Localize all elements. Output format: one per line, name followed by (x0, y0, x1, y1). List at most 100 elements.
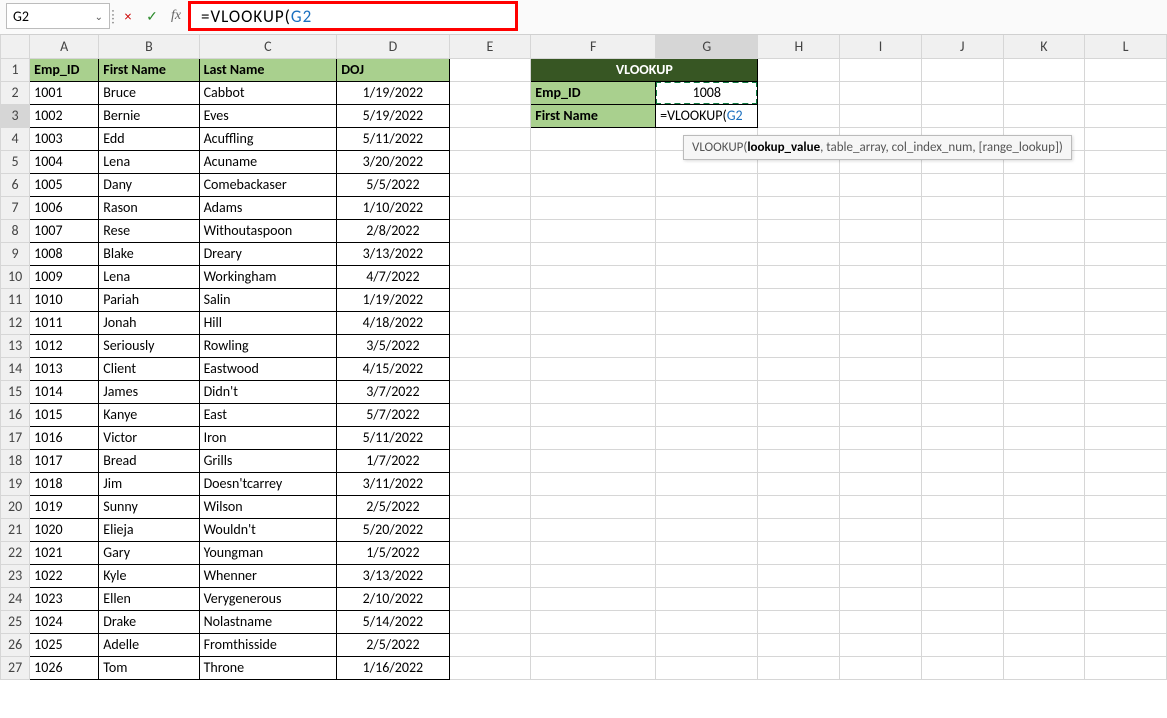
cell-J11[interactable] (921, 288, 1003, 311)
cell-C27[interactable]: Throne (199, 656, 337, 679)
cell-J20[interactable] (921, 495, 1003, 518)
cell-D6[interactable]: 5/5/2022 (337, 173, 449, 196)
cell-B24[interactable]: Ellen (99, 587, 199, 610)
cell-D8[interactable]: 2/8/2022 (337, 219, 449, 242)
cell-H15[interactable] (758, 380, 840, 403)
cell-G2[interactable]: 1008 (656, 81, 758, 104)
cell-J27[interactable] (921, 656, 1003, 679)
cell-C9[interactable]: Dreary (199, 242, 337, 265)
cell-C24[interactable]: Verygenerous (199, 587, 337, 610)
cell-C6[interactable]: Comebackaser (199, 173, 337, 196)
cell-D7[interactable]: 1/10/2022 (337, 196, 449, 219)
cell-K14[interactable] (1003, 357, 1085, 380)
cell-J10[interactable] (921, 265, 1003, 288)
cell-D5[interactable]: 3/20/2022 (337, 150, 449, 173)
cell-D11[interactable]: 1/19/2022 (337, 288, 449, 311)
cell-K7[interactable] (1003, 196, 1085, 219)
cell-B25[interactable]: Drake (99, 610, 199, 633)
cell-F1[interactable]: VLOOKUP (531, 58, 758, 81)
cell-C11[interactable]: Salin (199, 288, 337, 311)
cell-K19[interactable] (1003, 472, 1085, 495)
cell-A11[interactable]: 1010 (30, 288, 99, 311)
cell-I8[interactable] (840, 219, 922, 242)
cell-H26[interactable] (758, 633, 840, 656)
cell-J22[interactable] (921, 541, 1003, 564)
cell-F25[interactable] (531, 610, 656, 633)
cell-E20[interactable] (449, 495, 531, 518)
cell-C4[interactable]: Acuffling (199, 127, 337, 150)
cell-D27[interactable]: 1/16/2022 (337, 656, 449, 679)
col-header-A[interactable]: A (30, 35, 99, 58)
cell-I9[interactable] (840, 242, 922, 265)
cell-H10[interactable] (758, 265, 840, 288)
cell-H22[interactable] (758, 541, 840, 564)
cell-K15[interactable] (1003, 380, 1085, 403)
cell-C17[interactable]: Iron (199, 426, 337, 449)
cell-L3[interactable] (1085, 104, 1167, 127)
cell-C5[interactable]: Acuname (199, 150, 337, 173)
cell-C19[interactable]: Doesn'tcarrey (199, 472, 337, 495)
cell-J6[interactable] (921, 173, 1003, 196)
insert-function-button[interactable]: fx (164, 3, 188, 29)
cell-E7[interactable] (449, 196, 531, 219)
cell-F11[interactable] (531, 288, 656, 311)
cell-A18[interactable]: 1017 (30, 449, 99, 472)
row-header[interactable]: 2 (1, 81, 30, 104)
cell-A17[interactable]: 1016 (30, 426, 99, 449)
cell-I14[interactable] (840, 357, 922, 380)
cell-E13[interactable] (449, 334, 531, 357)
col-header-H[interactable]: H (758, 35, 840, 58)
cell-H1[interactable] (758, 58, 840, 81)
cell-J2[interactable] (921, 81, 1003, 104)
cell-L13[interactable] (1085, 334, 1167, 357)
cell-I18[interactable] (840, 449, 922, 472)
cell-D20[interactable]: 2/5/2022 (337, 495, 449, 518)
cell-L12[interactable] (1085, 311, 1167, 334)
cell-B15[interactable]: James (99, 380, 199, 403)
cell-B6[interactable]: Dany (99, 173, 199, 196)
cell-L9[interactable] (1085, 242, 1167, 265)
cell-F13[interactable] (531, 334, 656, 357)
cell-D18[interactable]: 1/7/2022 (337, 449, 449, 472)
row-header[interactable]: 22 (1, 541, 30, 564)
cell-G3[interactable]: =VLOOKUP(G2 (656, 104, 758, 127)
select-all-corner[interactable] (1, 35, 30, 58)
cell-C25[interactable]: Nolastname (199, 610, 337, 633)
cell-D24[interactable]: 2/10/2022 (337, 587, 449, 610)
row-header[interactable]: 11 (1, 288, 30, 311)
cell-I1[interactable] (840, 58, 922, 81)
cell-J26[interactable] (921, 633, 1003, 656)
row-header[interactable]: 17 (1, 426, 30, 449)
cell-F20[interactable] (531, 495, 656, 518)
cell-H13[interactable] (758, 334, 840, 357)
cell-K22[interactable] (1003, 541, 1085, 564)
cell-C14[interactable]: Eastwood (199, 357, 337, 380)
cell-I12[interactable] (840, 311, 922, 334)
cell-D16[interactable]: 5/7/2022 (337, 403, 449, 426)
cell-G11[interactable] (656, 288, 758, 311)
cell-D26[interactable]: 2/5/2022 (337, 633, 449, 656)
cell-I19[interactable] (840, 472, 922, 495)
cell-K11[interactable] (1003, 288, 1085, 311)
cell-A9[interactable]: 1008 (30, 242, 99, 265)
cell-J18[interactable] (921, 449, 1003, 472)
cell-L17[interactable] (1085, 426, 1167, 449)
cell-B13[interactable]: Seriously (99, 334, 199, 357)
cell-J12[interactable] (921, 311, 1003, 334)
cell-B2[interactable]: Bruce (99, 81, 199, 104)
cell-E23[interactable] (449, 564, 531, 587)
cell-G6[interactable] (656, 173, 758, 196)
cell-H8[interactable] (758, 219, 840, 242)
cell-C26[interactable]: Fromthisside (199, 633, 337, 656)
cell-J8[interactable] (921, 219, 1003, 242)
cell-K23[interactable] (1003, 564, 1085, 587)
cell-I10[interactable] (840, 265, 922, 288)
cell-C20[interactable]: Wilson (199, 495, 337, 518)
cell-E17[interactable] (449, 426, 531, 449)
cell-C13[interactable]: Rowling (199, 334, 337, 357)
cell-D10[interactable]: 4/7/2022 (337, 265, 449, 288)
cell-K8[interactable] (1003, 219, 1085, 242)
row-header[interactable]: 24 (1, 587, 30, 610)
cell-A16[interactable]: 1015 (30, 403, 99, 426)
cell-K1[interactable] (1003, 58, 1085, 81)
